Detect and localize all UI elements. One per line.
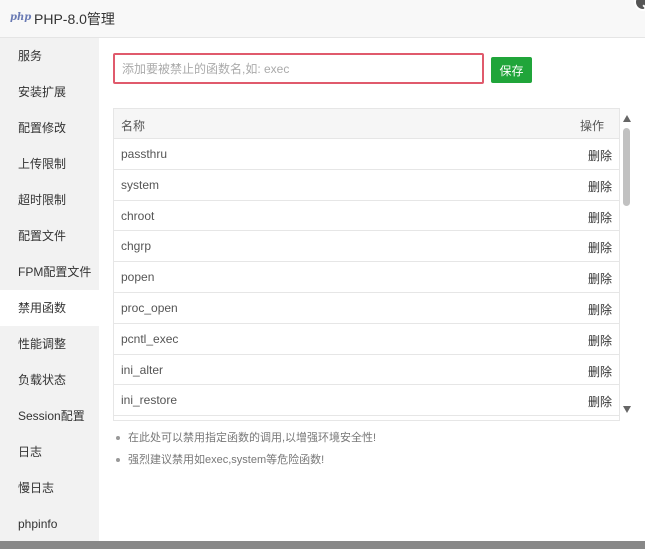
tip-item: 在此处可以禁用指定函数的调用,以增强环境安全性!: [115, 427, 376, 449]
delete-button[interactable]: 删除: [588, 270, 612, 287]
table-row: pcntl_exec 删除: [114, 324, 619, 355]
function-name: passthru: [121, 147, 168, 161]
table-scrollbar[interactable]: [621, 108, 633, 421]
sidebar-item-upload-limit[interactable]: 上传限制: [0, 146, 99, 182]
disabled-functions-table: 名称 操作 passthru 删除 system 删除 chroot 删除 ch…: [113, 108, 620, 421]
delete-button[interactable]: 删除: [588, 147, 612, 164]
bottom-border: [0, 541, 645, 549]
scroll-up-arrow-icon[interactable]: [623, 115, 631, 122]
sidebar-item-install-extensions[interactable]: 安装扩展: [0, 74, 99, 110]
sidebar-item-service[interactable]: 服务: [0, 38, 99, 74]
help-tips: 在此处可以禁用指定函数的调用,以增强环境安全性! 强烈建议禁用如exec,sys…: [115, 427, 376, 471]
delete-button[interactable]: 删除: [588, 178, 612, 195]
sidebar-item-session-config[interactable]: Session配置: [0, 398, 99, 434]
sidebar-item-config-edit[interactable]: 配置修改: [0, 110, 99, 146]
delete-button[interactable]: 删除: [588, 239, 612, 256]
table-row: popen 删除: [114, 262, 619, 293]
title-bar: php PHP-8.0管理: [0, 0, 645, 38]
delete-button[interactable]: 删除: [588, 363, 612, 380]
function-name: system: [121, 177, 160, 192]
sidebar-item-slow-log[interactable]: 慢日志: [0, 470, 99, 506]
function-name: pcntl_exec: [121, 331, 179, 346]
sidebar-item-fpm-config-file[interactable]: FPM配置文件: [0, 254, 99, 290]
sidebar-item-phpinfo[interactable]: phpinfo: [0, 506, 99, 542]
table-row: chroot 删除: [114, 201, 619, 232]
function-name-input[interactable]: [113, 53, 484, 84]
table-row: passthru 删除: [114, 139, 619, 170]
window-title: PHP-8.0管理: [34, 11, 115, 27]
sidebar-item-log[interactable]: 日志: [0, 434, 99, 470]
close-icon[interactable]: [634, 0, 645, 11]
function-name: popen: [121, 270, 155, 285]
delete-button[interactable]: 删除: [588, 209, 612, 226]
scroll-down-arrow-icon[interactable]: [623, 406, 631, 413]
sidebar-item-config-file[interactable]: 配置文件: [0, 218, 99, 254]
table-row: system 删除: [114, 170, 619, 201]
table-row: ini_alter 删除: [114, 355, 619, 386]
delete-button[interactable]: 删除: [588, 301, 612, 318]
table-header: 名称 操作: [114, 109, 619, 139]
function-name: ini_alter: [121, 362, 164, 377]
php-logo-icon: php: [10, 12, 32, 23]
main-panel: 保存 名称 操作 passthru 删除 system 删除 chroot 删除…: [99, 38, 645, 541]
table-row: ini_restore 删除: [114, 385, 619, 417]
sidebar-item-disabled-functions[interactable]: 禁用函数: [0, 290, 99, 326]
sidebar-item-load-status[interactable]: 负载状态: [0, 362, 99, 398]
function-name: proc_open: [121, 300, 178, 315]
delete-button[interactable]: 删除: [588, 332, 612, 349]
sidebar: 服务 安装扩展 配置修改 上传限制 超时限制 配置文件 FPM配置文件 禁用函数…: [0, 38, 99, 541]
tip-item: 强烈建议禁用如exec,system等危险函数!: [115, 449, 376, 471]
column-header-operation: 操作: [579, 119, 604, 133]
function-name: chgrp: [121, 239, 152, 254]
save-button[interactable]: 保存: [491, 57, 532, 83]
column-header-name: 名称: [121, 119, 146, 133]
function-name: chroot: [121, 208, 155, 223]
sidebar-item-performance-tuning[interactable]: 性能调整: [0, 326, 99, 362]
delete-button[interactable]: 删除: [588, 393, 612, 410]
sidebar-item-timeout-limit[interactable]: 超时限制: [0, 182, 99, 218]
scrollbar-thumb[interactable]: [623, 128, 630, 206]
table-row: proc_open 删除: [114, 293, 619, 324]
table-row: chgrp 删除: [114, 231, 619, 263]
function-name: ini_restore: [121, 393, 178, 408]
